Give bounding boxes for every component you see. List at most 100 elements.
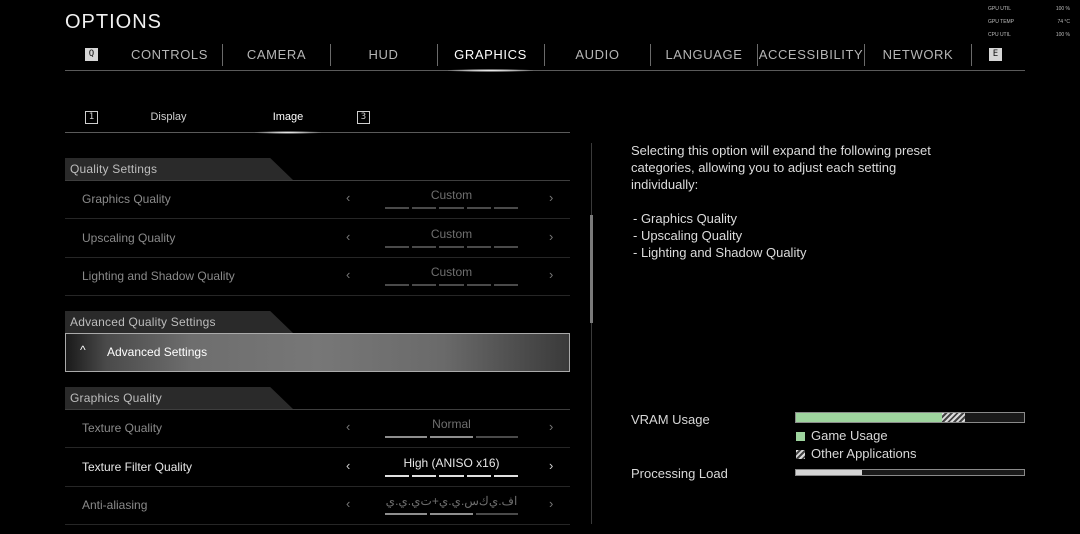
- legend-other-applications: Other Applications: [796, 446, 917, 461]
- tab-network[interactable]: NETWORK: [865, 40, 971, 70]
- section-title: Graphics Quality: [70, 391, 162, 405]
- setting-level-indicator: [385, 284, 518, 286]
- setting-value: High (ANISO x16): [403, 456, 500, 470]
- tab-next-key-hint[interactable]: E: [989, 48, 1002, 61]
- description-list-item: - Graphics Quality: [633, 211, 738, 226]
- level-segment: [430, 513, 473, 515]
- tab-language[interactable]: LANGUAGE: [651, 40, 757, 70]
- chevron-up-icon: ^: [80, 343, 86, 357]
- chevron-right-icon[interactable]: ›: [549, 229, 553, 244]
- chevron-left-icon[interactable]: ‹: [346, 496, 350, 511]
- level-segment: [439, 246, 464, 248]
- chevron-right-icon[interactable]: ›: [549, 496, 553, 511]
- level-segment: [466, 207, 491, 209]
- hw-stat-gpu-util: GPU UTIL 100 %: [988, 6, 1070, 12]
- setting-graphics-quality[interactable]: Graphics Quality ‹ Custom ›: [65, 180, 570, 219]
- level-segment: [493, 246, 518, 248]
- page-title: OPTIONS: [65, 11, 163, 33]
- chevron-right-icon[interactable]: ›: [549, 419, 553, 434]
- settings-scroll-thumb[interactable]: [590, 215, 593, 323]
- chevron-left-icon[interactable]: ‹: [346, 267, 350, 282]
- processing-load-label: Processing Load: [631, 466, 728, 481]
- setting-level-indicator: [385, 207, 518, 209]
- chevron-left-icon[interactable]: ‹: [346, 458, 350, 473]
- settings-scroll-track[interactable]: [591, 143, 592, 524]
- subtab-image[interactable]: Image: [255, 103, 321, 134]
- hw-stat-value: 100 %: [1055, 32, 1070, 38]
- chevron-left-icon[interactable]: ‹: [346, 190, 350, 205]
- setting-anti-aliasing[interactable]: Anti-aliasing ‹ ﺍﻑ.ﻱﻙﺱ.ﻱ.ﻱ+ﺕﻱ.ﻱ.ﻱ ›: [65, 486, 570, 525]
- setting-label: Texture Quality: [82, 421, 163, 435]
- chevron-right-icon[interactable]: ›: [549, 190, 553, 205]
- setting-texture-quality[interactable]: Texture Quality ‹ Normal ›: [65, 409, 570, 448]
- legend-label: Game Usage: [811, 428, 888, 443]
- tab-camera[interactable]: CAMERA: [223, 40, 330, 70]
- tab-hud[interactable]: HUD: [331, 40, 436, 70]
- level-segment: [439, 475, 464, 477]
- setting-texture-filter-quality[interactable]: Texture Filter Quality ‹ High (ANISO x16…: [65, 448, 570, 487]
- tab-prev-key-hint[interactable]: Q: [85, 48, 98, 61]
- setting-label: Lighting and Shadow Quality: [82, 269, 235, 283]
- level-segment: [466, 246, 491, 248]
- setting-value: ﺍﻑ.ﻱﻙﺱ.ﻱ.ﻱ+ﺕﻱ.ﻱ.ﻱ: [385, 494, 518, 508]
- main-tab-bar: Q CONTROLS CAMERA HUD GRAPHICS AUDIO LAN…: [65, 40, 1025, 72]
- vram-usage-label: VRAM Usage: [631, 412, 710, 427]
- tab-accessibility[interactable]: ACCESSIBILITY: [758, 40, 864, 70]
- level-segment: [412, 207, 437, 209]
- level-segment: [385, 284, 410, 286]
- processing-load-fill: [796, 470, 863, 475]
- level-segment: [385, 246, 410, 248]
- setting-level-indicator: [385, 513, 518, 515]
- hw-stat-label: CPU UTIL: [988, 32, 1011, 38]
- setting-level-indicator: [385, 475, 518, 477]
- hw-stat-value: 100 %: [1055, 6, 1070, 12]
- level-segment: [493, 284, 518, 286]
- setting-label: Upscaling Quality: [82, 231, 176, 245]
- subtab-next-key-hint[interactable]: 3: [357, 111, 370, 124]
- setting-label: Anti-aliasing: [82, 498, 148, 512]
- level-segment: [412, 475, 437, 477]
- sub-tab-bar: 1 Display Image 3: [65, 103, 570, 134]
- chevron-left-icon[interactable]: ‹: [346, 419, 350, 434]
- legend-game-usage: Game Usage: [796, 428, 888, 443]
- option-description-list: - Graphics Quality - Upscaling Quality -…: [633, 210, 806, 261]
- hw-stat-value: 74 °C: [1057, 19, 1070, 25]
- hw-stat-label: GPU UTIL: [988, 6, 1012, 12]
- level-segment: [439, 284, 464, 286]
- subtab-prev-key-hint[interactable]: 1: [85, 111, 98, 124]
- hw-stat-gpu-temp: GPU TEMP 74 °C: [988, 19, 1070, 25]
- setting-lighting-shadow-quality[interactable]: Lighting and Shadow Quality ‹ Custom ›: [65, 257, 570, 296]
- description-list-item: - Upscaling Quality: [633, 228, 743, 243]
- level-segment: [430, 436, 473, 438]
- level-segment: [385, 513, 428, 515]
- level-segment: [466, 284, 491, 286]
- vram-usage-bar: [795, 412, 1025, 423]
- setting-value: Normal: [432, 417, 471, 431]
- tab-divider: [971, 44, 972, 66]
- level-segment: [466, 475, 491, 477]
- subtab-display[interactable]: Display: [137, 103, 200, 132]
- legend-swatch-other: [796, 450, 805, 459]
- section-title: Advanced Quality Settings: [70, 315, 216, 329]
- level-segment: [493, 207, 518, 209]
- hw-stat-cpu-util: CPU UTIL 100 %: [988, 32, 1070, 38]
- setting-value: Custom: [430, 265, 473, 279]
- advanced-settings-toggle[interactable]: ^ Advanced Settings: [65, 333, 570, 372]
- tab-controls[interactable]: CONTROLS: [118, 40, 221, 70]
- chevron-right-icon[interactable]: ›: [549, 458, 553, 473]
- section-title: Quality Settings: [70, 162, 158, 176]
- tab-graphics[interactable]: GRAPHICS: [438, 40, 543, 72]
- setting-upscaling-quality[interactable]: Upscaling Quality ‹ Custom ›: [65, 219, 570, 258]
- level-segment: [439, 207, 464, 209]
- processing-load-bar: [795, 469, 1025, 476]
- level-segment: [385, 436, 428, 438]
- level-segment: [493, 475, 518, 477]
- level-segment: [412, 284, 437, 286]
- chevron-left-icon[interactable]: ‹: [346, 229, 350, 244]
- chevron-right-icon[interactable]: ›: [549, 267, 553, 282]
- setting-level-indicator: [385, 436, 518, 438]
- section-advanced-quality-settings: Advanced Quality Settings: [65, 311, 570, 334]
- vram-game-usage-fill: [796, 413, 942, 422]
- tab-audio[interactable]: AUDIO: [545, 40, 650, 70]
- section-quality-settings: Quality Settings: [65, 158, 570, 181]
